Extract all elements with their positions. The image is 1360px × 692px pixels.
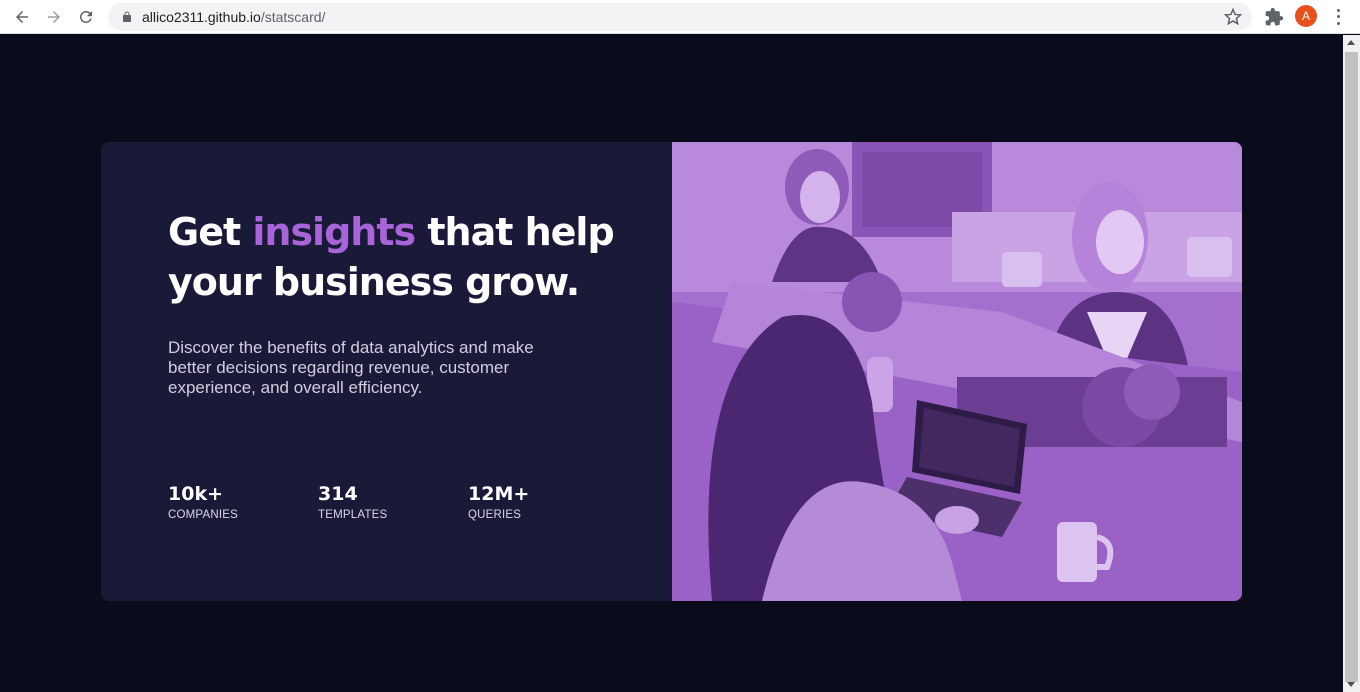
stat-value: 10k+ [168, 483, 223, 505]
reload-icon [80, 10, 92, 23]
bookmark-star-icon[interactable] [1224, 8, 1242, 26]
scrollbar-thumb[interactable] [1345, 52, 1358, 682]
card-description: Discover the benefits of data analytics … [168, 338, 534, 397]
stat-label: TEMPLATES [318, 509, 388, 521]
office-photo-illustration [672, 142, 1242, 601]
url-text[interactable]: allico2311.github.io/statscard/ [142, 9, 325, 25]
browser-toolbar: allico2311.github.io/statscard/ A [0, 0, 1360, 34]
stats-card: Get insights that help your business gro… [101, 142, 1242, 601]
scroll-down-arrow-icon[interactable] [1347, 682, 1355, 687]
address-bar[interactable]: allico2311.github.io/statscard/ [108, 3, 1252, 31]
headline-accent: insights [252, 210, 416, 254]
headline-part-1: Get [168, 210, 253, 254]
stat-queries: 12M+ QUERIES [468, 482, 618, 521]
office-photo [672, 142, 1242, 601]
extensions-puzzle-icon[interactable] [1264, 7, 1284, 27]
stat-value: 12M+ [468, 483, 530, 505]
stat-companies: 10k+ COMPANIES [168, 482, 318, 521]
page-scrollbar[interactable] [1343, 35, 1360, 692]
browser-menu-button[interactable] [1330, 7, 1346, 27]
stat-templates: 314 TEMPLATES [318, 482, 468, 521]
arrow-left-icon [16, 10, 28, 23]
page-viewport: Get insights that help your business gro… [0, 35, 1343, 692]
stat-value: 314 [318, 483, 358, 505]
profile-avatar[interactable]: A [1295, 5, 1317, 27]
arrow-right-icon [48, 10, 60, 23]
url-host: allico2311.github.io [142, 9, 261, 25]
page-title: Get insights that help your business gro… [168, 207, 628, 307]
stat-label: QUERIES [468, 509, 522, 521]
forward-button[interactable] [38, 1, 70, 33]
back-button[interactable] [6, 1, 38, 33]
stats-list: 10k+ COMPANIES 314 TEMPLATES 12M+ QUERIE… [168, 482, 618, 521]
url-path: /statscard/ [260, 9, 326, 25]
stat-label: COMPANIES [168, 509, 238, 521]
scroll-up-arrow-icon[interactable] [1347, 40, 1355, 45]
reload-button[interactable] [70, 1, 102, 33]
lock-icon [120, 10, 134, 24]
card-text-panel: Get insights that help your business gro… [101, 142, 672, 601]
